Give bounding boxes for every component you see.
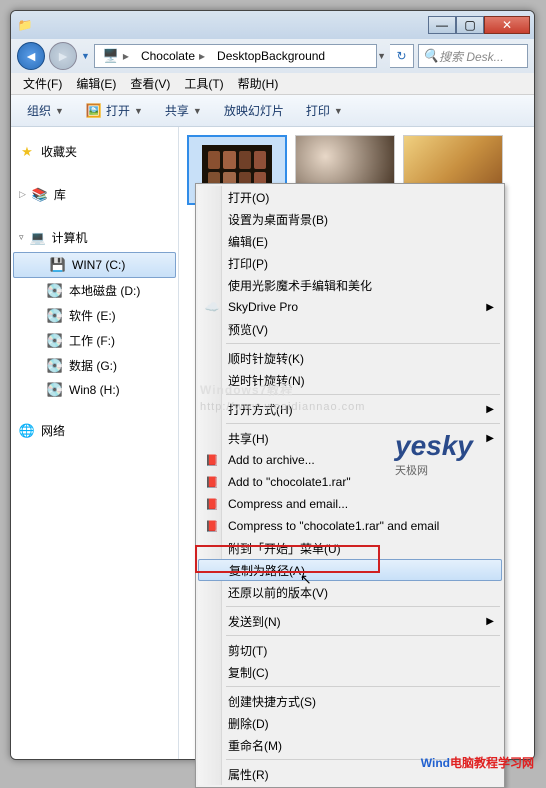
computer-header[interactable]: ▿💻计算机 bbox=[11, 223, 178, 252]
ctx-add-rar[interactable]: 📕Add to "chocolate1.rar" bbox=[198, 471, 502, 493]
computer-icon: 🖥️ bbox=[103, 48, 119, 64]
ctx-delete[interactable]: 删除(D) bbox=[198, 712, 502, 734]
organize-button[interactable]: 组织▼ bbox=[19, 98, 72, 123]
winrar-icon: 📕 bbox=[204, 452, 220, 468]
address-bar: ◄ ► ▼ 🖥️▸ Chocolate▸ DesktopBackground ▼… bbox=[11, 39, 534, 73]
folder-icon: 📁 bbox=[15, 15, 35, 35]
open-icon: 🖼️ bbox=[86, 103, 102, 119]
library-icon: 📚 bbox=[32, 187, 48, 203]
maximize-button[interactable]: ▢ bbox=[456, 16, 484, 34]
drive-f[interactable]: 💽工作 (F:) bbox=[11, 328, 178, 353]
star-icon: ★ bbox=[19, 144, 35, 160]
drive-icon: 💾 bbox=[50, 257, 66, 273]
drive-icon: 💽 bbox=[47, 308, 63, 324]
breadcrumb-dropdown-icon[interactable]: ▼ bbox=[377, 51, 386, 61]
network-header[interactable]: 🌐网络 bbox=[11, 416, 178, 445]
drive-icon: 💽 bbox=[47, 333, 63, 349]
print-button[interactable]: 打印▼ bbox=[298, 98, 351, 123]
open-button[interactable]: 🖼️打开▼ bbox=[78, 98, 151, 123]
ctx-rotate-ccw[interactable]: 逆时针旋转(N) bbox=[198, 369, 502, 391]
ctx-skydrive[interactable]: ☁️SkyDrive Pro▶ bbox=[198, 296, 502, 318]
menu-edit[interactable]: 编辑(E) bbox=[70, 73, 122, 94]
favorites-header[interactable]: ★收藏夹 bbox=[11, 137, 178, 166]
slideshow-button[interactable]: 放映幻灯片 bbox=[216, 98, 292, 123]
cloud-icon: ☁️ bbox=[204, 299, 220, 315]
crumb-chocolate[interactable]: Chocolate bbox=[141, 49, 195, 63]
navigation-pane: ★收藏夹 ▷📚库 ▿💻计算机 💾WIN7 (C:) 💽本地磁盘 (D:) 💽软件… bbox=[11, 127, 179, 759]
ctx-rotate-cw[interactable]: 顺时针旋转(K) bbox=[198, 347, 502, 369]
ctx-rename[interactable]: 重命名(M) bbox=[198, 734, 502, 756]
winrar-icon: 📕 bbox=[204, 518, 220, 534]
ctx-edit[interactable]: 编辑(E) bbox=[198, 230, 502, 252]
menu-tools[interactable]: 工具(T) bbox=[178, 73, 229, 94]
ctx-open-with[interactable]: 打开方式(H)▶ bbox=[198, 398, 502, 420]
minimize-button[interactable]: — bbox=[428, 16, 456, 34]
search-icon: 🔍 bbox=[423, 48, 439, 64]
ctx-share[interactable]: 共享(H)▶ bbox=[198, 427, 502, 449]
ctx-open[interactable]: 打开(O) bbox=[198, 186, 502, 208]
ctx-set-wallpaper[interactable]: 设置为桌面背景(B) bbox=[198, 208, 502, 230]
titlebar: 📁 — ▢ ✕ bbox=[11, 11, 534, 39]
drive-g[interactable]: 💽数据 (G:) bbox=[11, 353, 178, 378]
ctx-send-to[interactable]: 发送到(N)▶ bbox=[198, 610, 502, 632]
drive-c[interactable]: 💾WIN7 (C:) bbox=[13, 252, 176, 278]
search-input[interactable]: 🔍 搜索 Desk... bbox=[418, 44, 528, 68]
menu-bar: 文件(F) 编辑(E) 查看(V) 工具(T) 帮助(H) bbox=[11, 73, 534, 95]
ctx-preview[interactable]: 预览(V) bbox=[198, 318, 502, 340]
refresh-button[interactable]: ↻ bbox=[390, 44, 414, 68]
ctx-copy-as-path[interactable]: 复制为路径(A) bbox=[198, 559, 502, 581]
close-button[interactable]: ✕ bbox=[484, 16, 530, 34]
menu-help[interactable]: 帮助(H) bbox=[232, 73, 285, 94]
drive-icon: 💽 bbox=[47, 283, 63, 299]
ctx-create-shortcut[interactable]: 创建快捷方式(S) bbox=[198, 690, 502, 712]
share-button[interactable]: 共享▼ bbox=[157, 98, 210, 123]
drive-icon: 💽 bbox=[47, 358, 63, 374]
search-placeholder: 搜索 Desk... bbox=[439, 48, 504, 65]
libraries-header[interactable]: ▷📚库 bbox=[11, 180, 178, 209]
ctx-cut[interactable]: 剪切(T) bbox=[198, 639, 502, 661]
ctx-meitu[interactable]: 使用光影魔术手编辑和美化 bbox=[198, 274, 502, 296]
winrar-icon: 📕 bbox=[204, 496, 220, 512]
toolbar: 组织▼ 🖼️打开▼ 共享▼ 放映幻灯片 打印▼ bbox=[11, 95, 534, 127]
crumb-desktopbackground[interactable]: DesktopBackground bbox=[217, 49, 325, 63]
winrar-icon: 📕 bbox=[204, 474, 220, 490]
context-menu: 打开(O) 设置为桌面背景(B) 编辑(E) 打印(P) 使用光影魔术手编辑和美… bbox=[195, 183, 505, 788]
ctx-copy[interactable]: 复制(C) bbox=[198, 661, 502, 683]
ctx-restore-version[interactable]: 还原以前的版本(V) bbox=[198, 581, 502, 603]
ctx-pin-start[interactable]: 附到「开始」菜单(U) bbox=[198, 537, 502, 559]
ctx-compress-rar-email[interactable]: 📕Compress to "chocolate1.rar" and email bbox=[198, 515, 502, 537]
window-controls: — ▢ ✕ bbox=[428, 16, 530, 34]
drive-e[interactable]: 💽软件 (E:) bbox=[11, 303, 178, 328]
ctx-compress-email[interactable]: 📕Compress and email... bbox=[198, 493, 502, 515]
forward-button[interactable]: ► bbox=[49, 42, 77, 70]
history-dropdown-icon[interactable]: ▼ bbox=[81, 51, 90, 61]
drive-h[interactable]: 💽Win8 (H:) bbox=[11, 378, 178, 402]
drive-d[interactable]: 💽本地磁盘 (D:) bbox=[11, 278, 178, 303]
drive-icon: 💽 bbox=[47, 382, 63, 398]
computer-icon: 💻 bbox=[30, 230, 46, 246]
ctx-add-archive[interactable]: 📕Add to archive... bbox=[198, 449, 502, 471]
footer-watermark: Wind电脑教程学习网 bbox=[421, 754, 534, 772]
menu-view[interactable]: 查看(V) bbox=[124, 73, 176, 94]
network-icon: 🌐 bbox=[19, 423, 35, 439]
breadcrumb[interactable]: 🖥️▸ Chocolate▸ DesktopBackground bbox=[94, 44, 377, 68]
menu-file[interactable]: 文件(F) bbox=[17, 73, 68, 94]
ctx-print[interactable]: 打印(P) bbox=[198, 252, 502, 274]
back-button[interactable]: ◄ bbox=[17, 42, 45, 70]
